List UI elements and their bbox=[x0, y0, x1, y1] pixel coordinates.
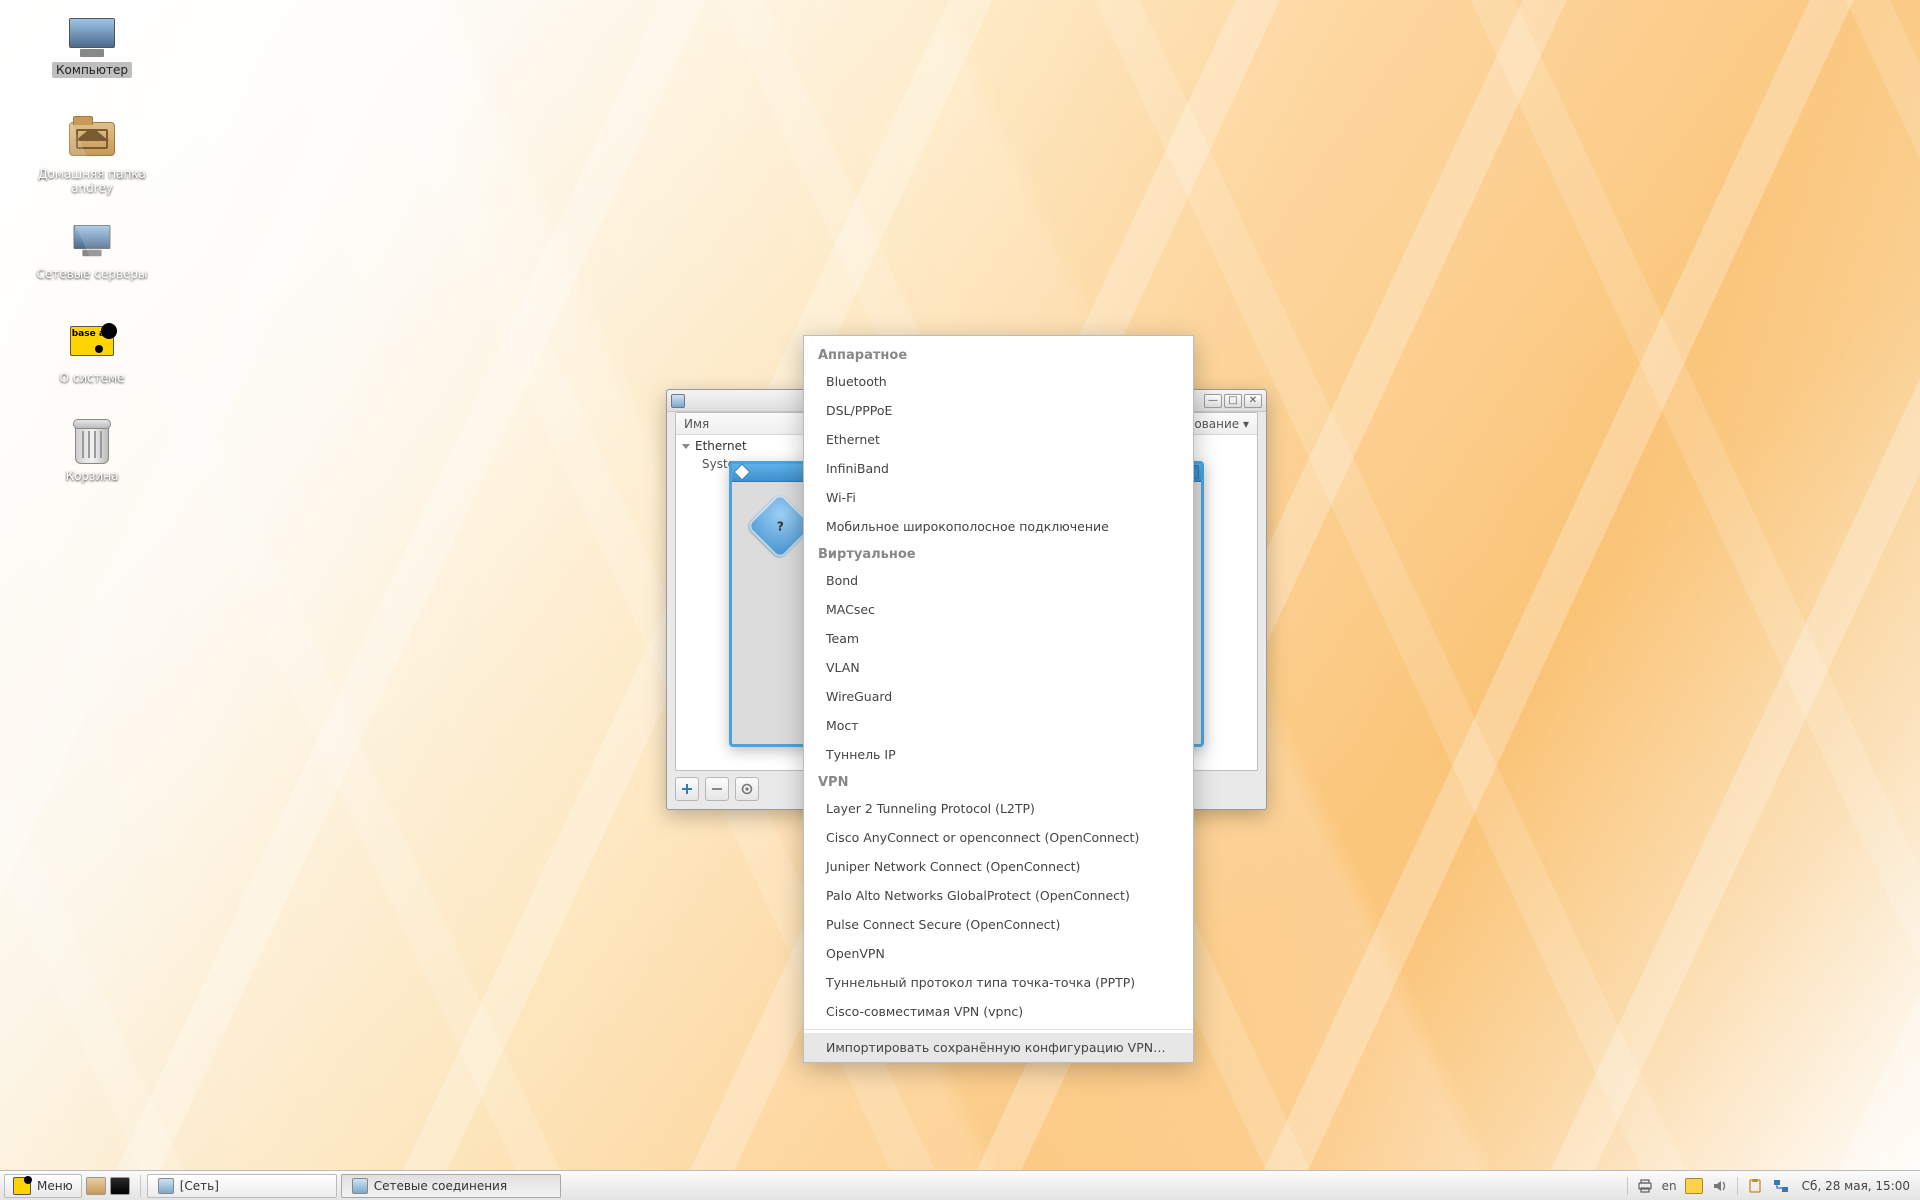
display-tray-icon[interactable] bbox=[1685, 1178, 1703, 1194]
menu-section-hardware: Аппаратное bbox=[804, 342, 1193, 367]
menu-item-team[interactable]: Team bbox=[804, 624, 1193, 653]
menu-section-virtual: Виртуальное bbox=[804, 541, 1193, 566]
menu-item-juniper[interactable]: Juniper Network Connect (OpenConnect) bbox=[804, 852, 1193, 881]
disclosure-triangle-icon bbox=[682, 444, 690, 449]
plus-icon bbox=[681, 783, 693, 795]
menu-item-import-vpn[interactable]: Импортировать сохранённую конфигурацию V… bbox=[804, 1033, 1193, 1062]
taskbar-separator bbox=[140, 1175, 141, 1197]
quicklaunch-files-icon[interactable] bbox=[86, 1177, 106, 1195]
window-app-icon bbox=[671, 394, 685, 408]
menu-item-bridge[interactable]: Мост bbox=[804, 711, 1193, 740]
window-maximize-button[interactable]: □ bbox=[1224, 394, 1242, 408]
menu-item-bluetooth[interactable]: Bluetooth bbox=[804, 367, 1193, 396]
gear-icon bbox=[741, 783, 753, 795]
minus-icon bbox=[711, 783, 723, 795]
window-close-button[interactable]: ✕ bbox=[1244, 394, 1262, 408]
desktop-icon-label: О системе bbox=[55, 370, 128, 386]
taskbar-task-network-settings[interactable]: [Сеть] bbox=[147, 1174, 337, 1198]
task-icon bbox=[352, 1178, 368, 1194]
desktop-icon-trash[interactable]: Корзина bbox=[32, 424, 152, 484]
menu-item-ethernet[interactable]: Ethernet bbox=[804, 425, 1193, 454]
menu-item-globalprotect[interactable]: Palo Alto Networks GlobalProtect (OpenCo… bbox=[804, 881, 1193, 910]
quicklaunch-terminal-icon[interactable] bbox=[110, 1177, 130, 1195]
menu-item-macsec[interactable]: MACsec bbox=[804, 595, 1193, 624]
menu-item-vlan[interactable]: VLAN bbox=[804, 653, 1193, 682]
window-minimize-button[interactable]: — bbox=[1204, 394, 1222, 408]
menu-item-openvpn[interactable]: OpenVPN bbox=[804, 939, 1193, 968]
taskbar-task-network-connections[interactable]: Сетевые соединения bbox=[341, 1174, 561, 1198]
desktop-icon-label: Компьютер bbox=[52, 62, 132, 78]
menu-section-vpn: VPN bbox=[804, 769, 1193, 794]
desktop-icon-network-servers[interactable]: Сетевые серверы bbox=[32, 222, 152, 282]
clipboard-tray-icon[interactable] bbox=[1746, 1178, 1764, 1194]
dialog-app-icon bbox=[734, 464, 751, 481]
task-label: Сетевые соединения bbox=[374, 1179, 507, 1193]
computer-icon bbox=[69, 18, 115, 48]
menu-item-anyconnect[interactable]: Cisco AnyConnect or openconnect (OpenCon… bbox=[804, 823, 1193, 852]
desktop-icon-label: Корзина bbox=[62, 468, 123, 484]
desktop-icon-label: Домашняя папка andrey bbox=[32, 166, 152, 196]
menu-item-pptp[interactable]: Туннельный протокол типа точка-точка (PP… bbox=[804, 968, 1193, 997]
desktop-icon-computer[interactable]: Компьютер bbox=[32, 18, 152, 78]
system-tray: en Сб, 28 мая, 15:00 bbox=[1627, 1177, 1916, 1195]
menu-separator bbox=[804, 1029, 1193, 1030]
desktop-icon-about[interactable]: base alt О системе bbox=[32, 322, 152, 386]
menu-item-vpnc[interactable]: Cisco-совместимая VPN (vpnc) bbox=[804, 997, 1193, 1026]
network-tray-icon[interactable] bbox=[1772, 1178, 1790, 1194]
task-label: [Сеть] bbox=[180, 1179, 219, 1193]
printer-tray-icon[interactable] bbox=[1636, 1178, 1654, 1194]
tray-separator bbox=[1737, 1177, 1738, 1195]
menu-item-dsl[interactable]: DSL/PPPoE bbox=[804, 396, 1193, 425]
connection-type-menu: Аппаратное Bluetooth DSL/PPPoE Ethernet … bbox=[803, 335, 1194, 1063]
taskbar: Меню [Сеть] Сетевые соединения en Сб, 28… bbox=[0, 1170, 1920, 1200]
tray-separator bbox=[1627, 1177, 1628, 1195]
menu-item-wireguard[interactable]: WireGuard bbox=[804, 682, 1193, 711]
start-menu-label: Меню bbox=[37, 1179, 73, 1193]
desktop-icon-label: Сетевые серверы bbox=[32, 266, 151, 282]
menu-item-bond[interactable]: Bond bbox=[804, 566, 1193, 595]
about-system-icon: base alt bbox=[70, 326, 114, 356]
menu-item-wifi[interactable]: Wi-Fi bbox=[804, 483, 1193, 512]
folder-home-icon bbox=[69, 122, 115, 156]
start-menu-icon bbox=[13, 1177, 31, 1195]
menu-item-mobile[interactable]: Мобильное широкополосное подключение bbox=[804, 512, 1193, 541]
desktop-icon-home[interactable]: Домашняя папка andrey bbox=[32, 118, 152, 196]
menu-item-l2tp[interactable]: Layer 2 Tunneling Protocol (L2TP) bbox=[804, 794, 1193, 823]
menu-item-infiniband[interactable]: InfiniBand bbox=[804, 454, 1193, 483]
add-connection-button[interactable] bbox=[675, 777, 699, 801]
edit-connection-button[interactable] bbox=[735, 777, 759, 801]
menu-item-iptunnel[interactable]: Туннель IP bbox=[804, 740, 1193, 769]
trash-icon bbox=[75, 424, 109, 464]
task-icon bbox=[158, 1178, 174, 1194]
keyboard-layout-indicator[interactable]: en bbox=[1662, 1179, 1677, 1193]
clock[interactable]: Сб, 28 мая, 15:00 bbox=[1802, 1179, 1910, 1193]
network-servers-icon bbox=[74, 225, 111, 249]
menu-item-pulse[interactable]: Pulse Connect Secure (OpenConnect) bbox=[804, 910, 1193, 939]
remove-connection-button[interactable] bbox=[705, 777, 729, 801]
start-menu-button[interactable]: Меню bbox=[4, 1174, 82, 1198]
volume-tray-icon[interactable] bbox=[1711, 1178, 1729, 1194]
